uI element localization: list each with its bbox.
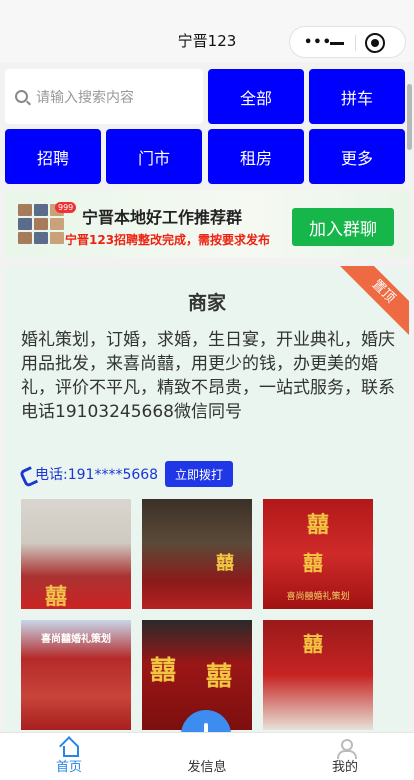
banner-notice: 宁晋123招聘整改完成，需按要求发布 <box>65 233 271 247</box>
tab-post[interactable]: 发信息 <box>162 733 252 780</box>
post-phone: 电话:191****5668 <box>21 464 158 484</box>
join-group-button[interactable]: 加入群聊 <box>292 208 394 246</box>
tab-home[interactable]: 首页 <box>24 733 114 780</box>
miniprogram-capsule: ••• <box>289 26 406 58</box>
phone-icon <box>21 467 33 481</box>
nav-button-all[interactable]: 全部 <box>208 69 304 124</box>
member-count-badge: 999 <box>55 202 77 213</box>
nav-button-shops[interactable]: 门市 <box>106 129 202 184</box>
xi-character: 囍 <box>307 513 330 538</box>
xi-character: 囍 <box>216 553 234 574</box>
tab-post-label: 发信息 <box>187 760 227 775</box>
xi-character: 囍 <box>303 551 323 575</box>
search-placeholder: 请输入搜索内容 <box>36 89 134 106</box>
minimize-icon[interactable] <box>330 42 344 45</box>
post-description: 婚礼策划，订婚，求婚，生日宴，开业典礼，婚庆用品批发，来喜尚囍，用更少的钱，办更… <box>21 330 395 422</box>
photo-caption: 喜尚囍婚礼策划 <box>286 592 350 602</box>
more-icon[interactable]: ••• <box>304 35 332 50</box>
post-photo-3[interactable]: 囍 囍 喜尚囍婚礼策划 <box>263 499 373 609</box>
title-bar: 宁晋123 ••• <box>0 0 414 62</box>
xi-character: 囍 <box>303 632 323 656</box>
nav-button-rent[interactable]: 租房 <box>208 129 304 184</box>
nav-button-more[interactable]: 更多 <box>309 129 405 184</box>
banner-title: 宁晋本地好工作推荐群 <box>82 208 243 227</box>
job-group-banner[interactable]: 999 宁晋本地好工作推荐群 宁晋123招聘整改完成，需按要求发布 加入群聊 <box>5 190 409 258</box>
xi-character: 囍 <box>45 585 68 609</box>
nav-button-carpool[interactable]: 拼车 <box>309 69 405 124</box>
home-icon <box>60 739 79 757</box>
user-icon <box>336 739 357 759</box>
post-photo-1[interactable]: 囍 <box>21 499 131 609</box>
bottom-tab-bar: 首页 发信息 我的 <box>0 732 414 780</box>
close-miniprogram-icon[interactable] <box>365 33 385 53</box>
photo-caption: 喜尚囍婚礼策划 <box>41 634 111 645</box>
search-input[interactable]: 请输入搜索内容 <box>5 69 203 124</box>
xi-character: 囍 <box>150 656 177 686</box>
capsule-divider <box>355 35 356 51</box>
post-category: 商家 <box>187 292 226 314</box>
scrollbar-thumb[interactable] <box>407 84 412 150</box>
post-photo-6[interactable]: 囍 <box>263 620 373 730</box>
tab-mine-label: 我的 <box>331 760 358 775</box>
merchant-post-card[interactable]: 置顶 商家 婚礼策划，订婚，求婚，生日宴，开业典礼，婚庆用品批发，来喜尚囍，用更… <box>5 266 409 736</box>
call-now-button[interactable]: 立即拨打 <box>165 461 233 487</box>
search-icon <box>15 90 28 103</box>
phone-number: 电话:191****5668 <box>35 467 159 483</box>
xi-character: 囍 <box>206 662 233 692</box>
tab-home-label: 首页 <box>55 760 82 775</box>
post-photo-4[interactable]: 喜尚囍婚礼策划 <box>21 620 131 730</box>
nav-button-jobs[interactable]: 招聘 <box>5 129 101 184</box>
post-photo-2[interactable]: 囍 <box>142 499 252 609</box>
tab-mine[interactable]: 我的 <box>300 733 390 780</box>
